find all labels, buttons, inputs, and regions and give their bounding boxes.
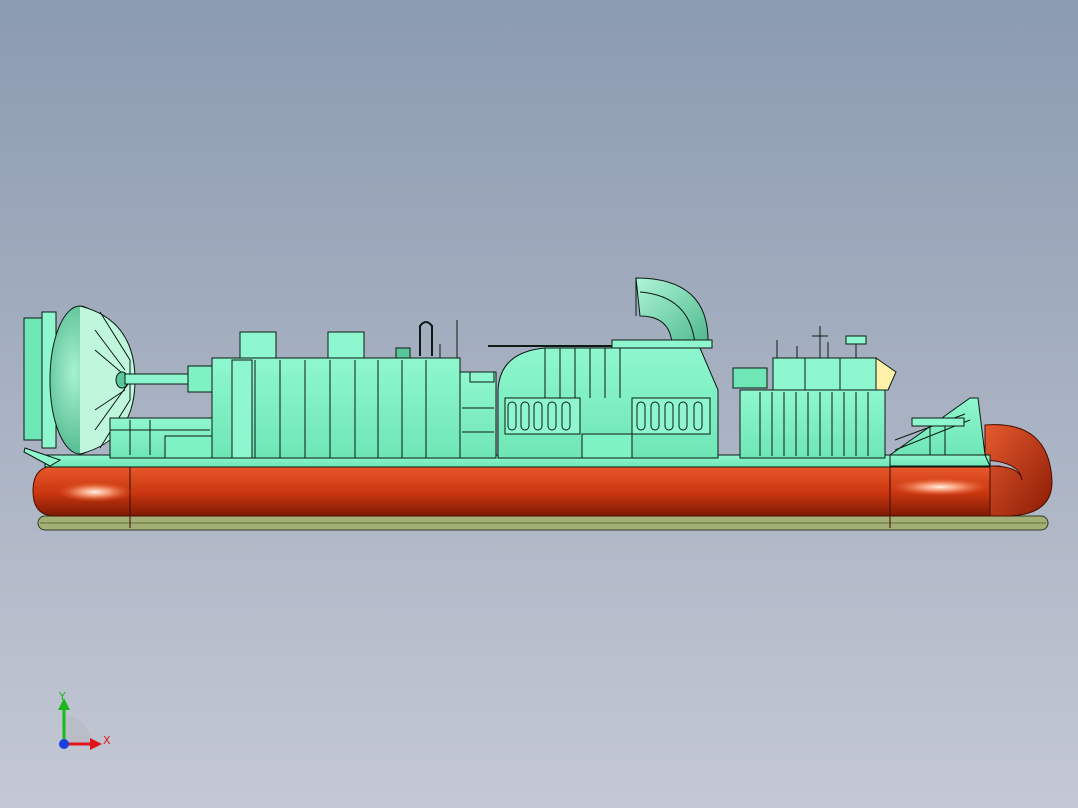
x-axis-label: X bbox=[103, 734, 111, 747]
viewport-canvas[interactable]: Y X bbox=[0, 0, 1078, 808]
skirt-highlight-right bbox=[890, 478, 990, 496]
graphics-viewport[interactable]: Y X bbox=[0, 0, 1078, 808]
skirt-main bbox=[32, 465, 1001, 517]
skirt-highlight-left bbox=[57, 482, 133, 502]
z-axis-origin bbox=[59, 739, 69, 749]
drive-shaft bbox=[124, 373, 191, 385]
y-axis-label: Y bbox=[58, 690, 66, 703]
central-housing bbox=[488, 345, 719, 459]
